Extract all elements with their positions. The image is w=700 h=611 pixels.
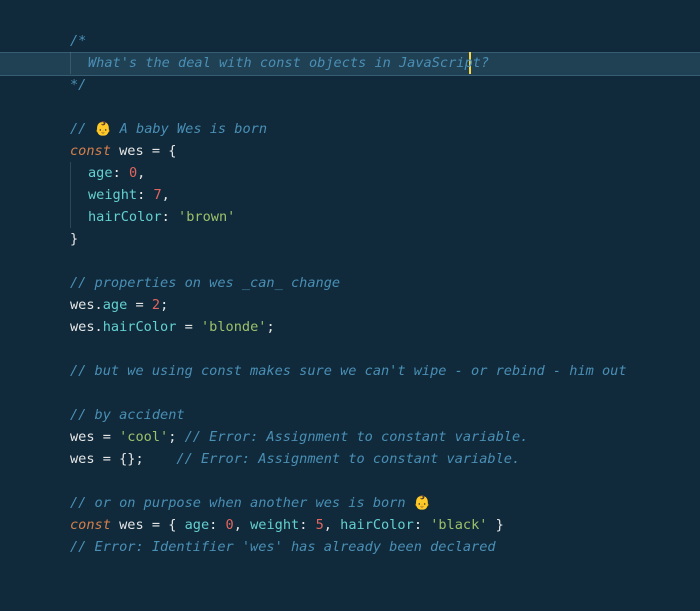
code-editor[interactable]: /*What's the deal with const objects in …	[0, 0, 700, 611]
code-line: wes = {}; // Error: Assignment to consta…	[70, 448, 690, 470]
code-line: age: 0,	[70, 162, 690, 184]
code-line	[70, 470, 690, 492]
code-line: What's the deal with const objects in Ja…	[70, 52, 690, 74]
code-line: // or on purpose when another wes is bor…	[70, 492, 690, 514]
code-line: // by accident	[70, 404, 690, 426]
code-line: weight: 7,	[70, 184, 690, 206]
code-line: wes = 'cool'; // Error: Assignment to co…	[70, 426, 690, 448]
code-line: wes.hairColor = 'blonde';	[70, 316, 690, 338]
code-line: hairColor: 'brown'	[70, 206, 690, 228]
code-line: // but we using const makes sure we can'…	[70, 360, 690, 382]
code-lines: /*What's the deal with const objects in …	[70, 30, 690, 558]
code-line: const wes = { age: 0, weight: 5, hairCol…	[70, 514, 690, 536]
code-line	[70, 250, 690, 272]
code-line: // properties on wes _can_ change	[70, 272, 690, 294]
code-line: */	[70, 74, 690, 96]
code-line	[70, 96, 690, 118]
code-line	[70, 382, 690, 404]
code-line: // Error: Identifier 'wes' has already b…	[70, 536, 690, 558]
code-line	[70, 338, 690, 360]
code-line: // 👶 A baby Wes is born	[70, 118, 690, 140]
code-line: }	[70, 228, 690, 250]
code-line: wes.age = 2;	[70, 294, 690, 316]
code-line: /*	[70, 30, 690, 52]
code-line: const wes = {	[70, 140, 690, 162]
